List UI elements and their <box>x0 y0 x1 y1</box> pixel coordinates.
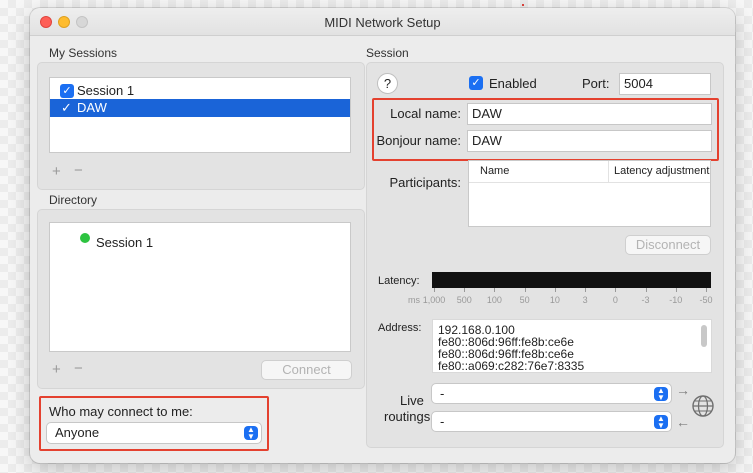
address-list: 192.168.0.100 fe80::806d:96ff:fe8b:ce6e … <box>432 319 712 373</box>
session-row-session-1[interactable]: ✓ Session 1 <box>50 82 350 100</box>
routings-label: routings <box>384 409 431 424</box>
my-sessions-list[interactable]: ✓ Session 1 ✓ DAW <box>49 77 351 153</box>
marker-dot <box>522 4 524 6</box>
latency-tick-label: 0 <box>612 295 618 305</box>
routing-in-select[interactable]: - ▲ ▼ <box>431 383 672 404</box>
bonjour-name-label: Bonjour name: <box>376 133 461 148</box>
latency-tick-mark <box>554 288 556 292</box>
connect-button[interactable]: Connect <box>261 360 352 380</box>
disconnect-button[interactable]: Disconnect <box>625 235 711 255</box>
directory-item-label[interactable]: Session 1 <box>96 235 153 250</box>
port-input[interactable]: 5004 <box>619 73 711 95</box>
participants-label: Participants: <box>389 175 461 190</box>
directory-panel: Session 1 + − Connect <box>37 209 365 389</box>
directory-list[interactable]: Session 1 <box>49 222 351 352</box>
check-mark-icon: ✓ <box>61 100 72 115</box>
bonjour-name-input[interactable]: DAW <box>467 130 712 152</box>
latency-tick-mark <box>524 288 526 292</box>
column-header-latency[interactable]: Latency adjustment <box>614 165 709 177</box>
network-globe-icon <box>692 395 714 417</box>
latency-tick-label: 50 <box>519 295 530 305</box>
my-sessions-panel: ✓ Session 1 ✓ DAW + − <box>37 62 365 190</box>
column-header-name[interactable]: Name <box>480 165 509 177</box>
title-bar[interactable]: MIDI Network Setup <box>30 8 735 36</box>
add-session-button[interactable]: + <box>52 163 61 180</box>
latency-tick-label: -10 <box>669 295 683 305</box>
latency-tick-mark <box>464 288 466 292</box>
latency-tick-mark <box>675 288 677 292</box>
local-name-label: Local name: <box>390 106 461 121</box>
my-sessions-heading: My Sessions <box>49 46 118 60</box>
session-row-daw[interactable]: ✓ DAW <box>50 99 350 117</box>
latency-tick-mark <box>585 288 587 292</box>
checkbox-checked-icon[interactable]: ✓ <box>60 84 74 98</box>
latency-tick-mark <box>494 288 496 292</box>
chevron-up-down-icon: ▲ ▼ <box>654 415 668 430</box>
chevron-up-down-icon: ▲ ▼ <box>654 387 668 402</box>
session-label: DAW <box>77 100 107 115</box>
participants-table[interactable]: Name Latency adjustment <box>468 160 711 227</box>
who-may-connect-select[interactable]: Anyone ▲ ▼ <box>46 422 262 444</box>
latency-tick-label: 500 <box>456 295 472 305</box>
latency-tick-label: 100 <box>486 295 502 305</box>
latency-tick-mark <box>645 288 647 292</box>
latency-tick-mark <box>434 288 435 292</box>
latency-tick-label: -50 <box>699 295 713 305</box>
arrow-left-icon: ← <box>676 414 690 430</box>
chevron-up-down-icon: ▲ ▼ <box>244 426 258 441</box>
arrow-right-icon: → <box>676 382 690 398</box>
latency-tick-mark <box>615 288 617 292</box>
address-label: Address: <box>378 322 422 334</box>
session-heading: Session <box>366 46 409 60</box>
help-button[interactable]: ? <box>377 73 398 94</box>
remove-session-button[interactable]: − <box>74 162 83 179</box>
session-label: Session 1 <box>77 83 135 98</box>
latency-meter <box>432 272 711 288</box>
add-directory-button[interactable]: + <box>52 361 61 378</box>
column-divider <box>608 161 609 183</box>
midi-network-setup-window: MIDI Network Setup My Sessions ✓ Session… <box>30 8 735 463</box>
who-may-connect-label: Who may connect to me: <box>49 404 193 419</box>
latency-tick-label: -3 <box>641 295 650 305</box>
routing-out-value: - <box>440 414 445 429</box>
latency-label: Latency: <box>378 275 420 287</box>
latency-tick-label: 10 <box>549 295 560 305</box>
live-label: Live <box>400 393 424 408</box>
address-line: fe80::a069:c282:76e7:8335 <box>438 359 585 373</box>
latency-unit: ms <box>408 295 420 305</box>
latency-tick-label: 3 <box>582 295 588 305</box>
latency-tick-mark <box>706 288 707 292</box>
online-status-icon <box>80 233 90 243</box>
directory-heading: Directory <box>49 193 98 207</box>
latency-tick-label: 1,000 <box>422 295 446 305</box>
who-may-connect-value: Anyone <box>55 425 100 440</box>
address-scrollbar[interactable] <box>701 325 707 347</box>
window-title: MIDI Network Setup <box>324 15 441 30</box>
local-name-input[interactable]: DAW <box>467 103 712 125</box>
routing-out-select[interactable]: - ▲ ▼ <box>431 411 672 432</box>
port-label: Port: <box>582 76 610 91</box>
routing-in-value: - <box>440 386 445 401</box>
enabled-label: Enabled <box>489 76 537 91</box>
remove-directory-button[interactable]: − <box>74 360 83 377</box>
enabled-checkbox[interactable]: ✓ <box>469 76 483 90</box>
